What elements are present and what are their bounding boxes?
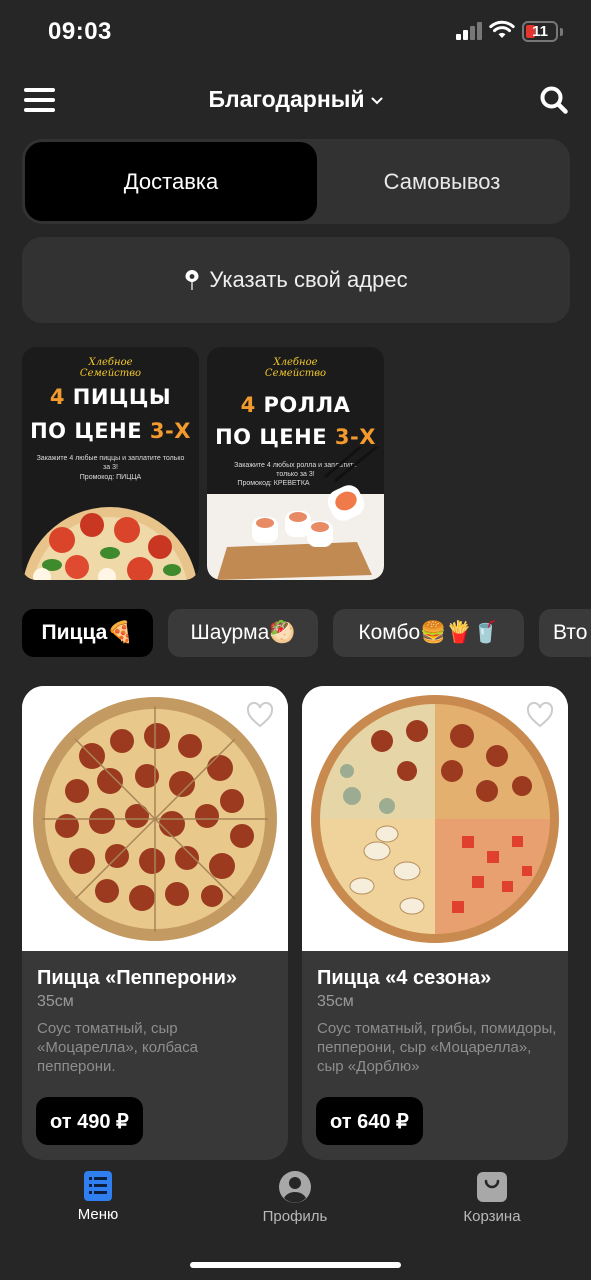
- promo-count: 4: [240, 393, 256, 417]
- category-chip-combo[interactable]: Комбо🍔🍟🥤: [333, 609, 524, 657]
- product-size: 35см: [37, 993, 74, 1010]
- product-description: Соус томатный, сыр «Моцарелла», колбаса …: [37, 1020, 198, 1075]
- tab-profile[interactable]: Профиль: [235, 1170, 355, 1225]
- address-label: Указать свой адрес: [209, 267, 408, 292]
- promo-count: 4: [49, 385, 65, 409]
- price-button[interactable]: от 640 ₽: [316, 1097, 423, 1145]
- menu-list-icon: [84, 1171, 112, 1201]
- category-chip-next[interactable]: Вто: [539, 609, 591, 657]
- promo-item: РОЛЛА: [263, 393, 351, 417]
- tab-menu[interactable]: Меню: [38, 1170, 158, 1223]
- category-chip-shawarma[interactable]: Шаурма🥙: [168, 609, 318, 657]
- city-selector[interactable]: Благодарный: [0, 86, 591, 113]
- product-description: Соус томатный, грибы, помидоры, пепперон…: [317, 1020, 557, 1075]
- product-card-4-seasons[interactable]: Пицца «4 сезона» 35см Соус томатный, гри…: [302, 686, 568, 1160]
- promo-title-line-2: ПО ЦЕНЕ 3-Х: [207, 425, 384, 449]
- battery-level: 11: [532, 23, 548, 40]
- status-time: 09:03: [48, 18, 112, 45]
- location-pin-icon: [185, 270, 199, 290]
- category-bar: Пицца🍕 Шаурма🥙 Комбо🍔🍟🥤 Вто: [22, 609, 591, 657]
- promo-note: Закажите 4 любые пиццы и заплатите тольк…: [36, 455, 185, 471]
- rolls-image: [207, 447, 384, 580]
- delivery-mode-switch: Доставка Самовывоз: [22, 139, 570, 224]
- city-name: Благодарный: [208, 86, 365, 112]
- promo-price-text: ПО ЦЕНЕ: [30, 419, 143, 443]
- promo-banner-rolls[interactable]: Хлебное Семейство 4 РОЛЛА ПО ЦЕНЕ 3-Х Зак…: [207, 347, 384, 580]
- brand-line-2: Семейство: [264, 368, 327, 379]
- promo-title-line-1: 4 РОЛЛА: [207, 393, 384, 417]
- wifi-icon: [489, 20, 515, 38]
- tab-menu-label: Меню: [77, 1206, 119, 1223]
- promo-item: ПИЦЦЫ: [72, 385, 172, 409]
- heart-icon[interactable]: [526, 702, 554, 728]
- search-icon[interactable]: [539, 85, 569, 115]
- brand-line-2: Семейство: [79, 368, 142, 379]
- status-bar: 09:03 11: [0, 0, 591, 62]
- tab-cart[interactable]: Корзина: [432, 1170, 552, 1225]
- pizza-image: [23, 507, 197, 580]
- tab-profile-label: Профиль: [262, 1208, 328, 1225]
- price-button[interactable]: от 490 ₽: [36, 1097, 143, 1145]
- brand-line-1: Хлебное: [88, 357, 133, 368]
- cart-icon: [477, 1172, 507, 1202]
- app-header: Благодарный: [0, 72, 591, 128]
- home-indicator: [190, 1262, 401, 1268]
- tab-cart-label: Корзина: [463, 1208, 521, 1225]
- product-card-pepperoni[interactable]: Пицца «Пепперони» 35см Соус томатный, сы…: [22, 686, 288, 1160]
- brand-logo: Хлебное Семейство: [207, 357, 384, 379]
- promo-title-line-1: 4 ПИЦЦЫ: [22, 385, 199, 409]
- promo-title-line-2: ПО ЦЕНЕ 3-Х: [22, 419, 199, 443]
- category-chip-pizza[interactable]: Пицца🍕: [22, 609, 153, 657]
- profile-icon: [279, 1171, 311, 1203]
- product-name: Пицца «Пепперони»: [37, 967, 238, 989]
- promo-code: Промокод: ПИЦЦА: [79, 474, 142, 481]
- promo-banner-pizza[interactable]: Хлебное Семейство 4 ПИЦЦЫ ПО ЦЕНЕ 3-Х Зак…: [22, 347, 199, 580]
- address-button[interactable]: Указать свой адрес: [22, 237, 570, 323]
- brand-line-1: Хлебное: [273, 357, 318, 368]
- promo-price-count: 3-Х: [334, 425, 376, 449]
- tab-pickup[interactable]: Самовывоз: [317, 142, 567, 221]
- chevron-down-icon: [371, 97, 383, 105]
- promo-price-text: ПО ЦЕНЕ: [215, 425, 328, 449]
- product-name: Пицца «4 сезона»: [317, 967, 492, 989]
- battery-icon: 11: [522, 21, 558, 42]
- tab-delivery[interactable]: Доставка: [25, 142, 317, 221]
- cellular-signal-icon: [456, 22, 482, 40]
- heart-icon[interactable]: [246, 702, 274, 728]
- brand-logo: Хлебное Семейство: [22, 357, 199, 379]
- product-size: 35см: [317, 993, 354, 1010]
- promo-price-count: 3-Х: [149, 419, 191, 443]
